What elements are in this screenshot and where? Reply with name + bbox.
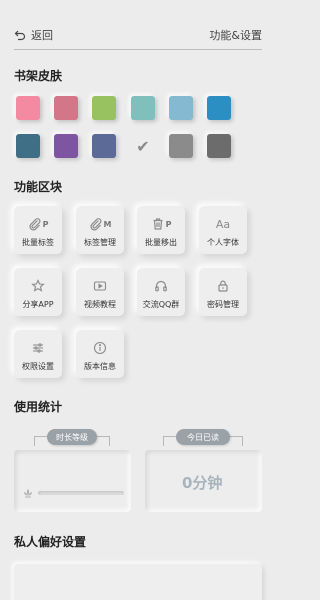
tag-icon: P <box>28 215 49 233</box>
icon-subscript: P <box>42 219 49 229</box>
skin-swatch[interactable] <box>54 96 78 120</box>
top-bar: 返回 功能&设置 <box>0 0 276 50</box>
bracket-right <box>96 436 110 446</box>
back-button[interactable]: 返回 <box>14 27 53 43</box>
function-tile-label: 分享APP <box>22 300 54 309</box>
info-icon <box>93 339 107 357</box>
skin-swatch[interactable] <box>54 134 78 158</box>
skin-swatch[interactable] <box>92 96 116 120</box>
lotus-icon <box>24 489 32 498</box>
function-tile[interactable]: 视频教程 <box>76 268 124 316</box>
skin-swatch[interactable] <box>207 96 231 120</box>
font-icon: Aa <box>216 215 230 233</box>
font-sample-text: Aa <box>215 217 231 231</box>
page-title: 功能&设置 <box>209 29 262 42</box>
skin-section-title: 书架皮肤 <box>14 69 63 83</box>
skin-swatch[interactable] <box>16 134 40 158</box>
skin-swatch[interactable] <box>169 96 193 120</box>
skin-swatch[interactable] <box>169 134 193 158</box>
trash-icon: P <box>151 215 172 233</box>
today-read-badge: 今日已读 <box>176 429 230 445</box>
duration-level-card <box>14 450 131 512</box>
function-tile-label: 批量标签 <box>22 238 54 247</box>
back-label: 返回 <box>31 29 53 42</box>
function-tile-label: 视频教程 <box>84 300 116 309</box>
star-icon <box>31 277 45 295</box>
function-tile[interactable]: P 批量移出 <box>137 206 185 254</box>
skin-swatch[interactable] <box>207 134 231 158</box>
sliders-icon <box>31 339 45 357</box>
paperclip-icon: M <box>89 215 112 233</box>
preferences-card[interactable] <box>14 564 262 600</box>
function-tile-label: 密码管理 <box>207 300 239 309</box>
functions-section-title: 功能区块 <box>14 180 63 194</box>
today-read-value: 0分钟 <box>182 474 223 492</box>
function-tile-label: 标签管理 <box>84 238 116 247</box>
function-tile-label: 个人字体 <box>207 238 239 247</box>
duration-level-progress <box>38 491 124 495</box>
function-tile-label: 批量移出 <box>145 238 177 247</box>
selected-skin-check-icon[interactable]: ✔ <box>131 134 155 158</box>
preferences-section-title: 私人偏好设置 <box>14 535 87 549</box>
bracket-left <box>34 436 48 446</box>
function-tile[interactable]: 密码管理 <box>199 268 247 316</box>
function-tile[interactable]: 交流QQ群 <box>137 268 185 316</box>
header-divider <box>14 49 262 50</box>
function-tile-label: 权限设置 <box>22 362 54 371</box>
function-tile[interactable]: 版本信息 <box>76 330 124 378</box>
function-tile[interactable]: M 标签管理 <box>76 206 124 254</box>
bracket-left <box>163 436 177 446</box>
skin-swatch[interactable] <box>131 96 155 120</box>
function-tile-label: 交流QQ群 <box>142 300 180 309</box>
video-icon <box>93 277 107 295</box>
bracket-right <box>229 436 243 446</box>
skin-swatch[interactable] <box>92 134 116 158</box>
function-tile[interactable]: 权限设置 <box>14 330 62 378</box>
back-arrow-icon <box>14 30 26 41</box>
function-tile[interactable]: 分享APP <box>14 268 62 316</box>
function-tile[interactable]: Aa 个人字体 <box>199 206 247 254</box>
function-tile-label: 版本信息 <box>84 362 116 371</box>
headphones-icon <box>154 277 168 295</box>
icon-subscript: P <box>165 219 172 229</box>
function-tile[interactable]: P 批量标签 <box>14 206 62 254</box>
icon-subscript: M <box>103 219 112 229</box>
lock-icon <box>216 277 230 295</box>
stats-section-title: 使用统计 <box>14 400 63 414</box>
skin-swatch[interactable] <box>16 96 40 120</box>
duration-level-badge: 时长等级 <box>47 429 97 445</box>
